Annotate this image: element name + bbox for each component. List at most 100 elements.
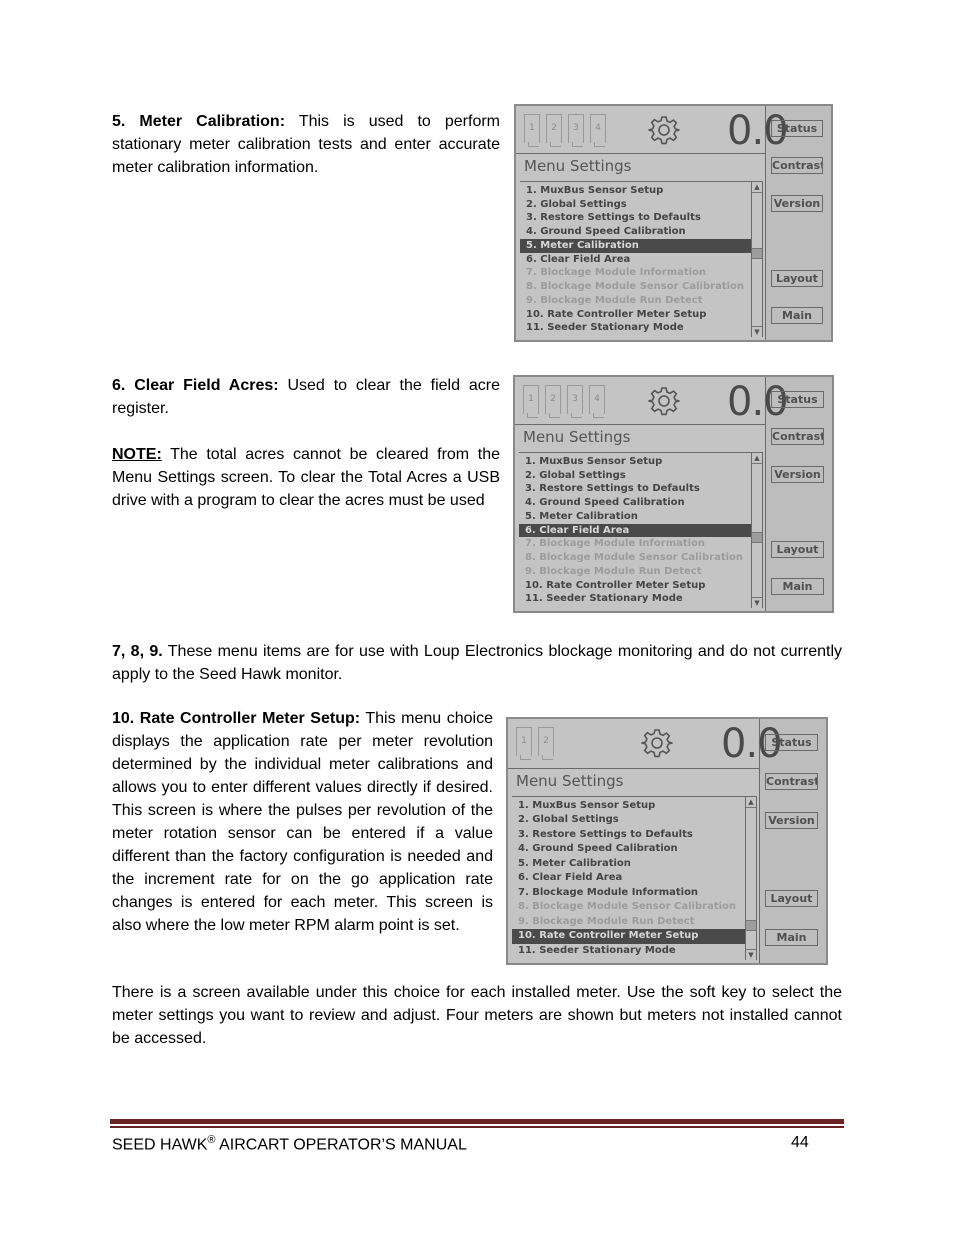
gear-icon bbox=[648, 114, 680, 150]
menu-item[interactable]: 7. Blockage Module Information bbox=[520, 266, 751, 280]
menu-item[interactable]: 10. Rate Controller Meter Setup bbox=[519, 579, 751, 593]
menu-item[interactable]: 1. MuxBus Sensor Setup bbox=[512, 799, 745, 813]
scroll-up-arrow-icon[interactable]: ▲ bbox=[746, 797, 756, 808]
footer-manual-title: SEED HAWK® AIRCART OPERATOR’S MANUAL bbox=[112, 1134, 467, 1154]
scrollbar[interactable]: ▲ ▼ bbox=[751, 182, 762, 337]
note-body: The total acres cannot be cleared from t… bbox=[112, 446, 501, 509]
section-clear-field-acres: 6. Clear Field Acres: Used to clear the … bbox=[112, 374, 500, 512]
screen-header: 1 2 0.0 bbox=[508, 719, 783, 769]
section-body: This menu choice displays the applicatio… bbox=[112, 710, 494, 934]
menu-item[interactable]: 8. Blockage Module Sensor Calibration bbox=[520, 280, 751, 294]
section-body: These menu items are for use with Loup E… bbox=[112, 643, 843, 683]
menu-item[interactable]: 10. Rate Controller Meter Setup bbox=[520, 308, 751, 322]
softkey-status-button[interactable]: Status bbox=[771, 391, 824, 408]
scroll-down-arrow-icon[interactable]: ▼ bbox=[752, 326, 762, 337]
meter-tab[interactable]: 1 bbox=[523, 385, 539, 418]
scroll-thumb[interactable] bbox=[752, 532, 762, 543]
section-items-789: 7, 8, 9. These menu items are for use wi… bbox=[112, 640, 842, 686]
footer-rule-thin bbox=[110, 1126, 844, 1128]
section-meter-screens: There is a screen available under this c… bbox=[112, 981, 842, 1050]
menu-item[interactable]: 1. MuxBus Sensor Setup bbox=[520, 184, 751, 198]
menu-item[interactable]: 9. Blockage Module Run Detect bbox=[512, 915, 745, 929]
meter-tab[interactable]: 2 bbox=[545, 385, 561, 418]
menu-item[interactable]: 5. Meter Calibration bbox=[519, 510, 751, 524]
softkey-version-button[interactable]: Version bbox=[771, 466, 824, 483]
gear-icon bbox=[648, 385, 680, 421]
menu-item[interactable]: 8. Blockage Module Sensor Calibration bbox=[519, 551, 751, 565]
scroll-down-arrow-icon[interactable]: ▼ bbox=[752, 597, 762, 608]
menu-item[interactable]: 6. Clear Field Area bbox=[520, 253, 751, 267]
footer-brand: SEED HAWK bbox=[112, 1136, 208, 1154]
softkey-layout-button[interactable]: Layout bbox=[765, 890, 818, 907]
menu-item[interactable]: 9. Blockage Module Run Detect bbox=[519, 565, 751, 579]
meter-tab[interactable]: 2 bbox=[538, 727, 554, 760]
menu-item[interactable]: 11. Seeder Stationary Mode bbox=[520, 321, 751, 335]
scrollbar[interactable]: ▲ ▼ bbox=[745, 797, 756, 960]
menu-item[interactable]: 9. Blockage Module Run Detect bbox=[520, 294, 751, 308]
softkey-status-button[interactable]: Status bbox=[771, 120, 823, 137]
scroll-thumb[interactable] bbox=[746, 920, 756, 931]
meter-tab[interactable]: 3 bbox=[568, 114, 584, 147]
screen-main-area: 1 2 3 4 0.0 Menu Settings 1. MuxBus Sensor Set… bbox=[515, 377, 789, 611]
menu-item[interactable]: 11. Seeder Stationary Mode bbox=[519, 592, 751, 606]
menu-list: 1. MuxBus Sensor Setup 2. Global Settings… bbox=[520, 181, 763, 337]
meter-tab[interactable]: 3 bbox=[567, 385, 583, 418]
menu-item[interactable]: 7. Blockage Module Information bbox=[512, 886, 745, 900]
monitor-screenshot-meter-calibration: 1 2 3 4 0.0 Menu Settings 1. MuxBus Sensor Set… bbox=[514, 104, 833, 342]
scroll-down-arrow-icon[interactable]: ▼ bbox=[746, 949, 756, 960]
menu-item[interactable]: 5. Meter Calibration bbox=[520, 238, 751, 253]
footer-subtitle: AIRCART OPERATOR’S MANUAL bbox=[215, 1136, 467, 1154]
menu-item[interactable]: 1. MuxBus Sensor Setup bbox=[519, 455, 751, 469]
screen-header: 1 2 3 4 0.0 bbox=[515, 377, 789, 425]
menu-item[interactable]: 11. Seeder Stationary Mode bbox=[512, 944, 745, 958]
menu-item[interactable]: 7. Blockage Module Information bbox=[519, 537, 751, 551]
menu-title: Menu Settings bbox=[516, 772, 624, 790]
softkey-contrast-button[interactable]: Contrast bbox=[771, 428, 824, 445]
menu-list: 1. MuxBus Sensor Setup 2. Global Settings… bbox=[519, 452, 763, 608]
menu-item[interactable]: 8. Blockage Module Sensor Calibration bbox=[512, 900, 745, 914]
menu-item[interactable]: 10. Rate Controller Meter Setup bbox=[512, 929, 745, 944]
menu-item[interactable]: 5. Meter Calibration bbox=[512, 857, 745, 871]
menu-list: 1. MuxBus Sensor Setup 2. Global Settings… bbox=[512, 796, 757, 960]
softkey-version-button[interactable]: Version bbox=[765, 812, 818, 829]
meter-tab[interactable]: 2 bbox=[546, 114, 562, 147]
section-heading: 7, 8, 9. bbox=[112, 643, 163, 660]
meter-tab[interactable]: 4 bbox=[590, 114, 606, 147]
softkey-layout-button[interactable]: Layout bbox=[771, 541, 824, 558]
softkey-main-button[interactable]: Main bbox=[771, 307, 823, 324]
softkey-status-button[interactable]: Status bbox=[765, 734, 818, 751]
softkey-contrast-button[interactable]: Contrast bbox=[771, 157, 823, 174]
section-heading: 6. Clear Field Acres: bbox=[112, 377, 279, 394]
menu-item[interactable]: 4. Ground Speed Calibration bbox=[520, 225, 751, 239]
menu-item[interactable]: 4. Ground Speed Calibration bbox=[519, 496, 751, 510]
menu-title: Menu Settings bbox=[524, 157, 632, 175]
meter-tab[interactable]: 4 bbox=[589, 385, 605, 418]
scroll-thumb[interactable] bbox=[752, 248, 762, 259]
scroll-up-arrow-icon[interactable]: ▲ bbox=[752, 182, 762, 193]
softkey-contrast-button[interactable]: Contrast bbox=[765, 773, 818, 790]
softkey-main-button[interactable]: Main bbox=[771, 578, 824, 595]
softkey-layout-button[interactable]: Layout bbox=[771, 270, 823, 287]
menu-item[interactable]: 2. Global Settings bbox=[520, 198, 751, 212]
menu-item[interactable]: 3. Restore Settings to Defaults bbox=[520, 211, 751, 225]
softkey-main-button[interactable]: Main bbox=[765, 929, 818, 946]
monitor-screenshot-rate-controller: 1 2 0.0 Menu Settings 1. MuxBus Sensor Setup… bbox=[506, 717, 828, 965]
softkey-version-button[interactable]: Version bbox=[771, 195, 823, 212]
scrollbar[interactable]: ▲ ▼ bbox=[751, 453, 762, 608]
footer-rule bbox=[110, 1119, 844, 1124]
menu-item[interactable]: 2. Global Settings bbox=[519, 469, 751, 483]
menu-item[interactable]: 3. Restore Settings to Defaults bbox=[519, 482, 751, 496]
menu-item[interactable]: 6. Clear Field Area bbox=[512, 871, 745, 885]
meter-tab[interactable]: 1 bbox=[516, 727, 532, 760]
monitor-screenshot-clear-field-area: 1 2 3 4 0.0 Menu Settings 1. MuxBus Sensor Set… bbox=[513, 375, 834, 613]
scroll-up-arrow-icon[interactable]: ▲ bbox=[752, 453, 762, 464]
menu-item[interactable]: 4. Ground Speed Calibration bbox=[512, 842, 745, 856]
meter-tab[interactable]: 1 bbox=[524, 114, 540, 147]
menu-item[interactable]: 2. Global Settings bbox=[512, 813, 745, 827]
section-body: There is a screen available under this c… bbox=[112, 984, 842, 1047]
note-label: NOTE: bbox=[112, 446, 162, 463]
screen-main-area: 1 2 3 4 0.0 Menu Settings 1. MuxBus Sensor Set… bbox=[516, 106, 789, 340]
menu-item[interactable]: 6. Clear Field Area bbox=[519, 523, 751, 538]
menu-item[interactable]: 3. Restore Settings to Defaults bbox=[512, 828, 745, 842]
screen-header: 1 2 3 4 0.0 bbox=[516, 106, 789, 154]
